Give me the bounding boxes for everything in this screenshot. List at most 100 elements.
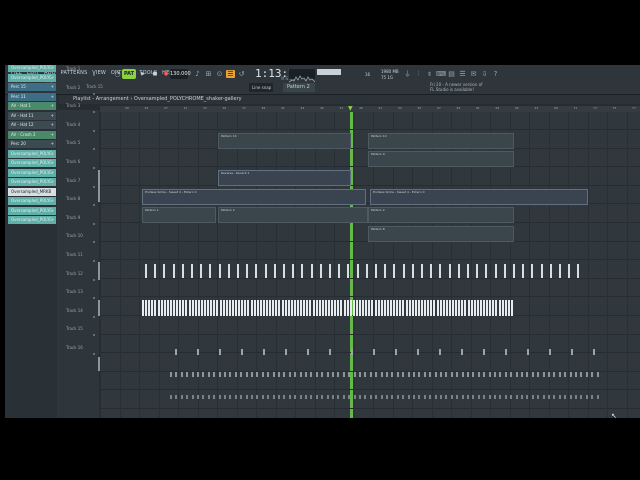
note-block[interactable]: [585, 372, 588, 377]
note-block[interactable]: [537, 395, 540, 399]
track-label[interactable]: Track 9: [66, 215, 80, 220]
note-block[interactable]: [430, 300, 433, 316]
note-block[interactable]: [169, 300, 172, 316]
note-block[interactable]: [267, 372, 270, 377]
channel-item[interactable]: Oversampled_POLYC +: [8, 65, 56, 72]
note-block[interactable]: [175, 372, 178, 377]
note-block[interactable]: [234, 395, 237, 399]
track-selector[interactable]: Track 15: [86, 84, 103, 89]
track-mute-icon[interactable]: [93, 129, 95, 132]
note-block[interactable]: [558, 372, 561, 377]
note-block[interactable]: [180, 395, 183, 399]
note-block[interactable]: [364, 372, 367, 377]
note-block[interactable]: [266, 300, 268, 316]
note-block[interactable]: [348, 395, 351, 399]
note-block[interactable]: [251, 395, 253, 399]
note-block[interactable]: [200, 264, 203, 278]
loop-record-icon[interactable]: ↺: [237, 70, 246, 78]
note-block[interactable]: [197, 372, 199, 377]
note-block[interactable]: [352, 300, 355, 316]
note-block[interactable]: [231, 300, 234, 316]
note-block[interactable]: [498, 300, 501, 316]
channel-add-icon[interactable]: +: [51, 121, 54, 129]
note-block[interactable]: [337, 372, 340, 377]
note-block[interactable]: [575, 395, 577, 399]
note-block[interactable]: [229, 372, 232, 377]
track-label[interactable]: Track 10: [66, 233, 83, 238]
note-block[interactable]: [503, 264, 506, 278]
note-block[interactable]: [364, 395, 367, 399]
note-block[interactable]: [505, 349, 507, 355]
note-block[interactable]: [253, 300, 256, 316]
note-block[interactable]: [423, 395, 426, 399]
note-block[interactable]: [399, 300, 402, 316]
note-block[interactable]: [540, 264, 543, 278]
note-block[interactable]: [448, 300, 451, 316]
note-block[interactable]: [483, 372, 486, 377]
note-block[interactable]: [245, 395, 248, 399]
note-block[interactable]: [362, 300, 365, 316]
note-block[interactable]: [492, 300, 495, 316]
note-block[interactable]: [278, 395, 280, 399]
channel-item[interactable]: Perc 11 +: [8, 93, 56, 101]
track-lane[interactable]: [100, 335, 640, 354]
track-label[interactable]: Track 8: [66, 196, 80, 201]
note-block[interactable]: [321, 300, 324, 316]
note-block[interactable]: [170, 395, 172, 399]
note-block[interactable]: [256, 372, 259, 377]
track-lane[interactable]: [100, 279, 640, 298]
note-block[interactable]: [281, 300, 284, 316]
channel-item[interactable]: Oversampled_POLYC +: [8, 216, 56, 224]
note-block[interactable]: [526, 395, 529, 399]
pattern-clip[interactable]: Pattern 10: [368, 133, 514, 149]
track-label[interactable]: Track 1: [66, 66, 80, 71]
note-block[interactable]: [321, 372, 324, 377]
note-block[interactable]: [433, 300, 436, 316]
channel-add-icon[interactable]: +: [51, 93, 54, 101]
note-block[interactable]: [369, 372, 372, 377]
note-block[interactable]: [332, 395, 334, 399]
note-block[interactable]: [342, 395, 345, 399]
note-block[interactable]: [292, 264, 295, 278]
note-block[interactable]: [272, 395, 275, 399]
note-block[interactable]: [483, 395, 486, 399]
metronome-icon[interactable]: ♪: [193, 70, 202, 78]
note-block[interactable]: [191, 264, 193, 278]
note-block[interactable]: [204, 300, 206, 316]
note-block[interactable]: [305, 395, 307, 399]
track-mute-icon[interactable]: [93, 315, 95, 318]
note-block[interactable]: [531, 395, 534, 399]
note-block[interactable]: [377, 300, 380, 316]
note-block[interactable]: [356, 264, 359, 278]
channel-item[interactable]: Oversampled_POLYC +: [8, 150, 56, 158]
channel-add-icon[interactable]: +: [51, 102, 54, 110]
note-block[interactable]: [288, 372, 291, 377]
channel-add-icon[interactable]: +: [51, 207, 54, 215]
note-block[interactable]: [216, 300, 219, 316]
note-block[interactable]: [262, 300, 265, 316]
channel-add-icon[interactable]: +: [51, 112, 54, 120]
chat-icon[interactable]: ✉: [469, 70, 478, 78]
note-block[interactable]: [542, 395, 545, 399]
note-block[interactable]: [172, 264, 175, 278]
note-block[interactable]: [427, 300, 430, 316]
note-block[interactable]: [340, 300, 343, 316]
note-block[interactable]: [393, 300, 396, 316]
note-block[interactable]: [202, 395, 205, 399]
note-block[interactable]: [483, 349, 485, 355]
note-block[interactable]: [240, 372, 243, 377]
play-icon[interactable]: ▶: [138, 69, 148, 79]
note-block[interactable]: [393, 264, 396, 278]
note-block[interactable]: [591, 395, 594, 399]
note-block[interactable]: [283, 395, 286, 399]
note-block[interactable]: [261, 372, 264, 377]
note-block[interactable]: [513, 264, 515, 278]
note-block[interactable]: [510, 395, 513, 399]
note-block[interactable]: [488, 395, 491, 399]
note-block[interactable]: [429, 395, 432, 399]
note-block[interactable]: [456, 372, 459, 377]
note-block[interactable]: [332, 372, 334, 377]
note-block[interactable]: [445, 372, 448, 377]
note-block[interactable]: [359, 372, 361, 377]
note-block[interactable]: [461, 395, 464, 399]
